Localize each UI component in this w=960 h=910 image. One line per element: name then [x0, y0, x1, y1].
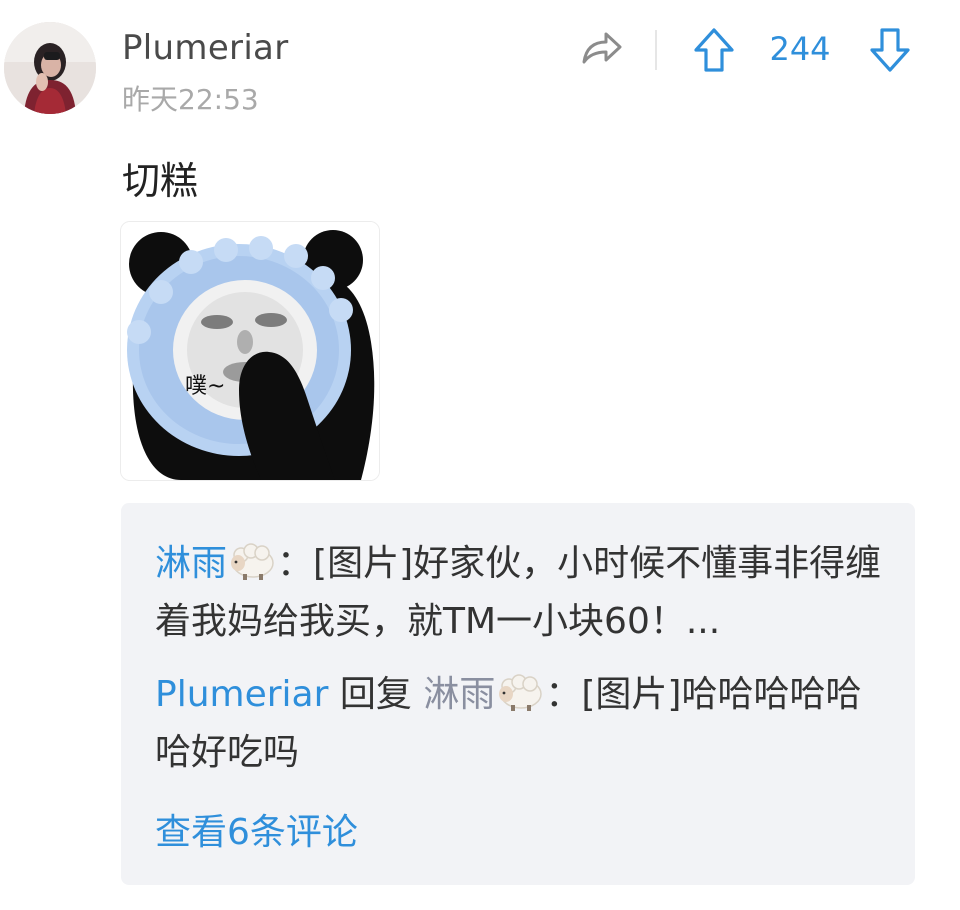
panda-meme-image: [121, 222, 379, 480]
downvote-button[interactable]: [868, 26, 912, 74]
post-image[interactable]: 噗~: [120, 221, 380, 481]
comment-author[interactable]: Plumeriar: [155, 674, 328, 715]
reply-label: 回复: [339, 674, 412, 715]
post-author-name[interactable]: Plumeriar: [122, 28, 288, 68]
sheep-emoji-icon: [499, 674, 543, 711]
comment-item[interactable]: 淋雨 ：[图片]好家伙，小时候不懂事非得缠着我妈给我买，就TM一小块60！...: [155, 535, 895, 651]
share-icon: [582, 32, 622, 64]
comment-author[interactable]: 淋雨: [155, 543, 227, 584]
comment-separator: ：: [277, 543, 314, 584]
upvote-button[interactable]: [692, 26, 736, 74]
post-card: Plumeriar 昨天22:53 244 切糕 噗~ 淋雨 ：[图片]好家伙，…: [0, 0, 960, 910]
reply-to-user[interactable]: 淋雨: [423, 674, 495, 715]
image-caption-text: 噗~: [185, 374, 226, 399]
view-all-comments-link[interactable]: 查看6条评论: [155, 803, 358, 855]
share-button[interactable]: [578, 26, 624, 72]
avatar[interactable]: [4, 22, 96, 114]
avatar-photo: [4, 22, 96, 114]
comment-separator: ：: [545, 674, 582, 715]
arrow-down-icon: [870, 28, 910, 72]
action-divider: [655, 30, 657, 70]
arrow-up-icon: [694, 28, 734, 72]
sheep-emoji-icon: [231, 543, 274, 580]
vote-count: 244: [769, 30, 831, 68]
post-timestamp: 昨天22:53: [122, 83, 259, 116]
post-text: 切糕: [122, 159, 199, 203]
comments-preview: 淋雨 ：[图片]好家伙，小时候不懂事非得缠着我妈给我买，就TM一小块60！...…: [121, 503, 915, 885]
comment-item[interactable]: Plumeriar 回复 淋雨 ：[图片]哈哈哈哈哈哈好吃吗: [155, 666, 895, 782]
